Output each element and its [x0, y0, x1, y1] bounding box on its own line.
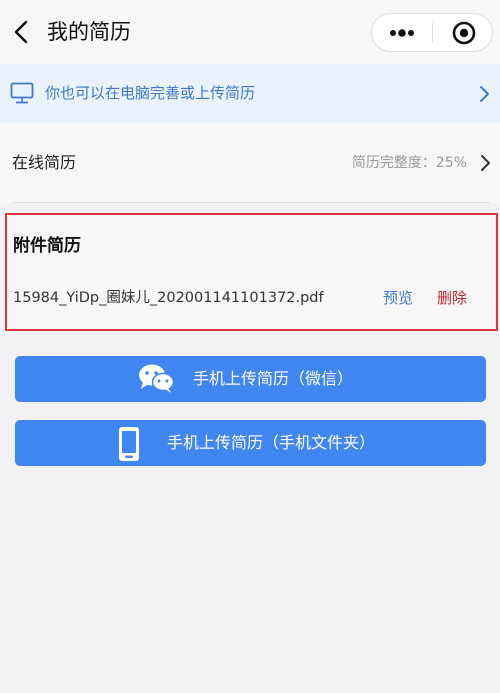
- row-divider: [12, 202, 490, 203]
- pc-upload-banner[interactable]: 你也可以在电脑完善或上传简历: [0, 64, 500, 123]
- wechat-upload-button[interactable]: 手机上传简历（微信）: [15, 356, 486, 402]
- page-title: 我的简历: [47, 20, 131, 44]
- chevron-left-icon[interactable]: [10, 18, 34, 46]
- phone-upload-label: 手机上传简历（手机文件夹）: [167, 433, 376, 452]
- wechat-icon: [139, 364, 175, 393]
- wechat-upload-label: 手机上传简历（微信）: [193, 369, 354, 388]
- chevron-right-icon: [480, 86, 489, 102]
- target-circle-icon: [452, 21, 476, 45]
- top-bar: 我的简历: [0, 0, 500, 64]
- more-dots-icon: [390, 29, 414, 37]
- banner-text: 你也可以在电脑完善或上传简历: [45, 84, 256, 102]
- phone-icon: [119, 427, 139, 461]
- more-button[interactable]: [372, 14, 432, 51]
- chevron-right-icon: [481, 155, 490, 171]
- phone-upload-button[interactable]: 手机上传简历（手机文件夹）: [15, 420, 486, 466]
- attachment-filename: 15984_YiDp_圈妹儿_202001141101372.pdf: [13, 290, 324, 306]
- monitor-icon: [10, 82, 34, 104]
- online-resume-label: 在线简历: [12, 153, 77, 172]
- resume-completeness: 简历完整度：25%: [351, 155, 467, 171]
- attachment-heading: 附件简历: [13, 236, 81, 256]
- mini-program-capsule: [371, 13, 493, 52]
- attachment-resume-section: 附件简历 15984_YiDp_圈妹儿_202001141101372.pdf …: [5, 213, 498, 331]
- close-button[interactable]: [433, 14, 493, 51]
- online-resume-row[interactable]: 在线简历 简历完整度：25%: [0, 123, 500, 203]
- preview-link[interactable]: 预览: [383, 287, 413, 309]
- delete-link[interactable]: 删除: [437, 287, 467, 309]
